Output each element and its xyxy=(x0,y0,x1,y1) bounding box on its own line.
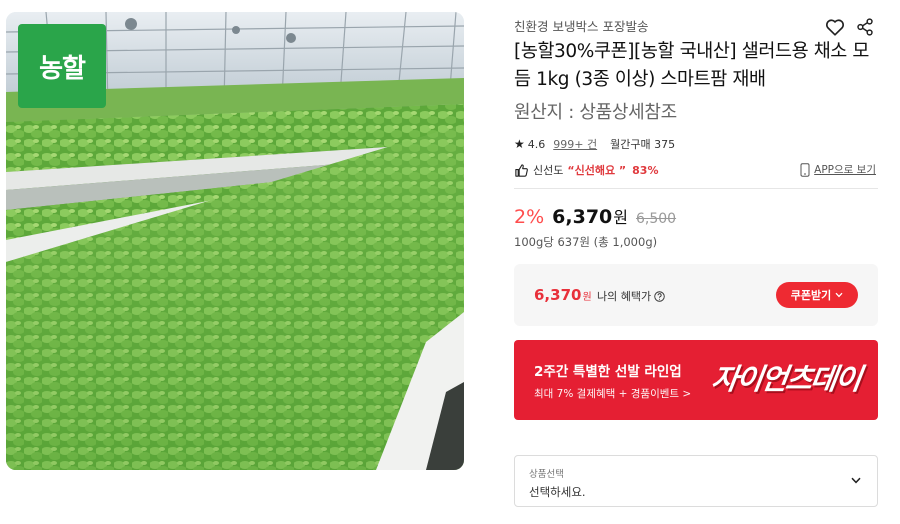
freshness-row: 신선도 “신선해요 ” 83% APP으로 보기 xyxy=(514,160,878,180)
sale-price: 6,370 xyxy=(552,206,613,228)
chevron-down-icon xyxy=(835,292,843,298)
product-info-panel: 친환경 보냉박스 포장발송 [농할30%쿠폰][농할 국내산] 샐러드용 채소 … xyxy=(514,0,880,524)
option-select-label: 상품선택 xyxy=(529,469,564,480)
coupon-button-label: 쿠폰받기 xyxy=(790,289,832,302)
benefit-label: 나의 혜택가 xyxy=(597,290,652,303)
product-title: [농할30%쿠폰][농할 국내산] 샐러드용 채소 모듬 1kg (3종 이상)… xyxy=(514,41,870,90)
get-coupon-button[interactable]: 쿠폰받기 xyxy=(776,282,858,308)
price-row: 2% 6,370 원 6,500 xyxy=(514,204,676,232)
rating-row: ★ 4.6 999+ 건 월간구매 375 xyxy=(514,136,675,152)
monthly-purchases: 월간구매 375 xyxy=(610,138,676,151)
sale-price-currency: 원 xyxy=(613,208,628,227)
review-count-link[interactable]: 999+ 건 xyxy=(553,136,597,152)
app-view-label: APP으로 보기 xyxy=(814,164,876,176)
share-icon[interactable] xyxy=(854,16,876,38)
product-image[interactable]: 농할 xyxy=(6,12,464,470)
rating-score: 4.6 xyxy=(527,137,546,151)
benefit-price-box: 6,370원 나의 혜택가 쿠폰받기 xyxy=(514,264,878,326)
original-price: 6,500 xyxy=(636,211,677,227)
benefit-price-value: 6,370 xyxy=(534,286,582,304)
benefit-price: 6,370원 xyxy=(534,286,592,304)
divider xyxy=(514,188,878,189)
app-view-link[interactable]: APP으로 보기 xyxy=(800,162,876,177)
brand-badge: 농할 xyxy=(18,24,106,108)
freshness-value: “신선해요 ” xyxy=(567,164,627,177)
discount-rate: 2% xyxy=(514,206,545,228)
thumbs-up-icon xyxy=(515,163,528,177)
benefit-price-currency: 원 xyxy=(582,292,592,303)
promo-banner[interactable]: 2주간 특별한 선발 라인업 최대 7% 결제혜택 + 경품이벤트 > 자이언츠… xyxy=(514,340,878,420)
option-select[interactable]: 상품선택 선택하세요. xyxy=(514,455,878,507)
seller-row: 친환경 보냉박스 포장발송 xyxy=(514,16,878,36)
chevron-down-icon xyxy=(851,477,861,484)
help-icon xyxy=(654,290,665,302)
promo-title: 2주간 특별한 선발 라인업 xyxy=(534,364,682,380)
benefit-label-wrap[interactable]: 나의 혜택가 xyxy=(597,288,665,304)
option-select-value: 선택하세요. xyxy=(529,485,586,499)
unit-price: 100g당 637원 (총 1,000g) xyxy=(514,235,658,249)
freshness-percent: 83% xyxy=(632,163,659,177)
promo-logo: 자이언츠데이 xyxy=(709,362,863,396)
star-icon: ★ xyxy=(514,137,525,151)
seller-name[interactable]: 친환경 보냉박스 포장발송 xyxy=(514,19,648,34)
promo-subtitle: 최대 7% 결제혜택 + 경품이벤트 > xyxy=(534,388,692,400)
phone-icon xyxy=(800,162,810,177)
product-origin: 원산지 : 상품상세참조 xyxy=(514,102,677,123)
heart-icon[interactable] xyxy=(824,16,846,38)
freshness-label: 신선도 xyxy=(533,164,564,177)
